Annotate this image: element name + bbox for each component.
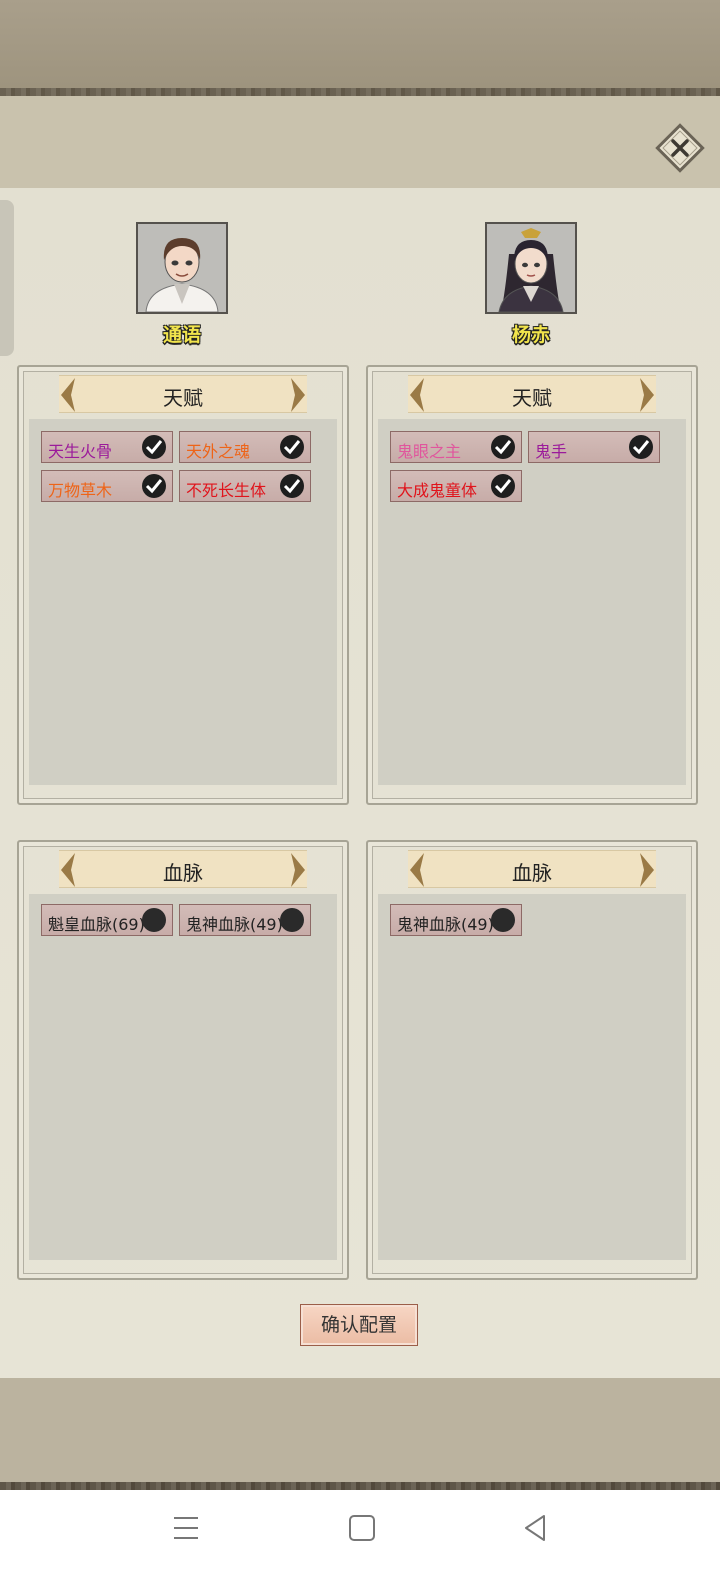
confirm-config-button[interactable]: 确认配置 [300,1304,418,1346]
talent-list: 鬼眼之主 鬼手 大成鬼童体 [378,419,686,785]
checkmark-icon [491,474,515,498]
side-pull-tab[interactable] [0,200,14,356]
nav-menu-button[interactable] [166,1508,206,1548]
talent-label: 鬼眼之主 [397,442,462,461]
bloodline-tag[interactable]: 魁皇血脉(69) [41,904,173,936]
section-header: 天赋 [408,375,656,413]
checkmark-icon [491,435,515,459]
bloodline-list: 魁皇血脉(69) 鬼神血脉(49) [29,894,337,1260]
character-name: 杨赤 [511,324,550,346]
bloodline-list: 鬼神血脉(49) [378,894,686,1260]
section-title: 血脉 [512,861,552,885]
next-button[interactable] [287,376,309,414]
bloodline-tag[interactable]: 鬼神血脉(49) [390,904,522,936]
bottom-strip [0,1378,720,1488]
next-button[interactable] [636,376,658,414]
header-strip [0,96,720,188]
next-button[interactable] [636,851,658,889]
dot-icon [491,908,515,932]
bloodline-label: 魁皇血脉(69) [48,915,145,934]
bloodline-section-right: 血脉 鬼神血脉(49) [366,840,698,1280]
section-title: 血脉 [163,861,203,885]
section-header: 血脉 [59,850,307,888]
next-button[interactable] [287,851,309,889]
dot-icon [142,908,166,932]
menu-icon [174,1517,198,1539]
home-icon [349,1515,375,1541]
talent-tag[interactable]: 大成鬼童体 [390,470,522,502]
checkmark-icon [142,435,166,459]
talent-section-right: 天赋 鬼眼之主 鬼手 大成鬼童体 [366,365,698,805]
checkmark-icon [629,435,653,459]
checkmark-icon [142,474,166,498]
close-icon [655,123,705,173]
close-button[interactable] [654,122,706,174]
back-icon [525,1515,545,1541]
character-right[interactable]: 杨赤 [481,222,581,347]
talent-section-left: 天赋 天生火骨 天外之魂 万物草木 不死长生体 [17,365,349,805]
talent-tag[interactable]: 鬼手 [528,431,660,463]
bloodline-label: 鬼神血脉(49) [186,915,283,934]
section-header: 天赋 [59,375,307,413]
talent-tag[interactable]: 天外之魂 [179,431,311,463]
section-title: 天赋 [163,386,203,410]
chevron-right-icon [640,853,654,887]
talent-label: 天生火骨 [48,442,113,461]
talent-label: 大成鬼童体 [397,481,478,500]
talent-label: 万物草木 [48,481,113,500]
chevron-right-icon [291,853,305,887]
section-header: 血脉 [408,850,656,888]
bloodline-section-left: 血脉 魁皇血脉(69) 鬼神血脉(49) [17,840,349,1280]
dot-icon [280,908,304,932]
avatar[interactable] [485,222,577,314]
top-decor-band [0,0,720,96]
character-left[interactable]: 通语 [132,222,232,347]
portrait-male-icon [138,224,226,313]
talent-label: 天外之魂 [186,442,251,461]
section-title: 天赋 [512,386,552,410]
avatar[interactable] [136,222,228,314]
bloodline-label: 鬼神血脉(49) [397,915,494,934]
nav-back-button[interactable] [516,1508,556,1548]
talent-tag[interactable]: 鬼眼之主 [390,431,522,463]
talent-list: 天生火骨 天外之魂 万物草木 不死长生体 [29,419,337,785]
checkmark-icon [280,435,304,459]
checkmark-icon [280,474,304,498]
talent-label: 鬼手 [535,442,568,461]
talent-tag[interactable]: 万物草木 [41,470,173,502]
portrait-female-icon [487,224,575,313]
talent-tag[interactable]: 不死长生体 [179,470,311,502]
bloodline-tag[interactable]: 鬼神血脉(49) [179,904,311,936]
chevron-right-icon [291,378,305,412]
character-name: 通语 [162,324,201,346]
talent-label: 不死长生体 [186,481,267,500]
bottom-decor-edge [0,1482,720,1490]
chevron-right-icon [640,378,654,412]
nav-home-button[interactable] [342,1508,382,1548]
talent-tag[interactable]: 天生火骨 [41,431,173,463]
